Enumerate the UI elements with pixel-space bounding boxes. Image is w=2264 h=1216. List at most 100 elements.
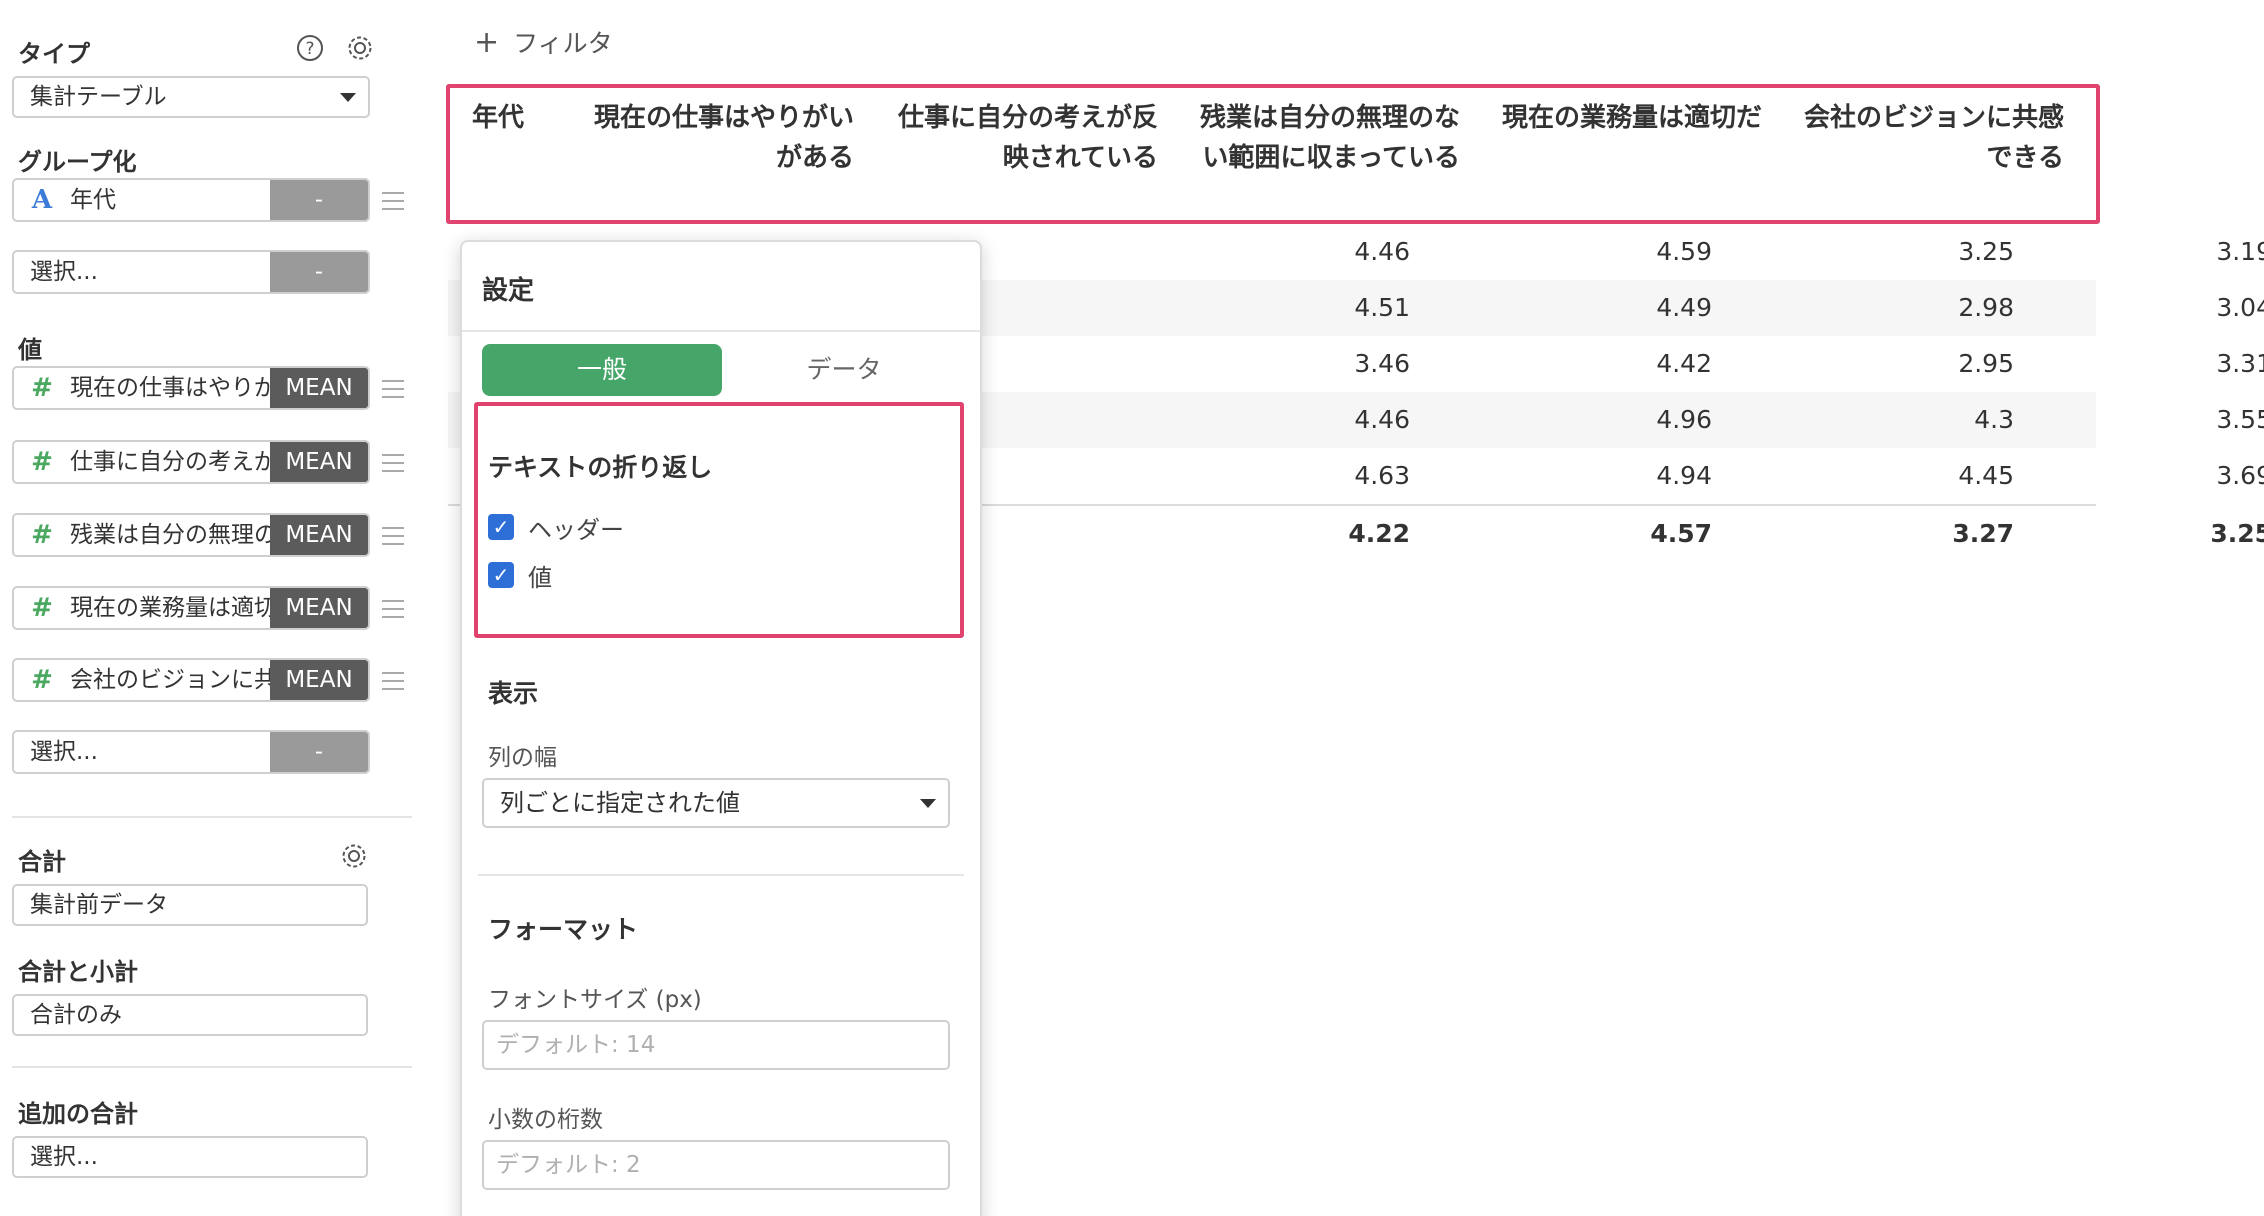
- font-size-label: フォントサイズ (px): [488, 987, 702, 1013]
- subtotal-select[interactable]: 合計のみ: [12, 994, 368, 1036]
- number-type-icon: #: [31, 593, 53, 623]
- value-item-label: 残業は自分の無理のない範囲に収まっている: [70, 522, 280, 548]
- help-icon[interactable]: ?: [294, 32, 326, 64]
- drag-handle-icon[interactable]: [382, 380, 404, 398]
- type-select-value: 集計テーブル: [30, 84, 167, 110]
- value-select-label: 選択...: [30, 739, 98, 765]
- table-cell: 4.46: [1354, 237, 1410, 266]
- extra-total-title: 追加の合計: [18, 1100, 138, 1128]
- drag-handle-icon[interactable]: [382, 600, 404, 618]
- col-width-select[interactable]: 列ごとに指定された値: [482, 778, 950, 828]
- value-item-label: 仕事に自分の考えが反映されている: [70, 449, 280, 475]
- table-cell: 3.69: [2216, 461, 2264, 490]
- aggregation-button[interactable]: MEAN: [270, 588, 368, 628]
- total-cell: 4.57: [1650, 519, 1712, 548]
- table-cell: 2.98: [1958, 293, 2014, 322]
- group-title: グループ化: [18, 148, 137, 176]
- table-cell: 4.45: [1958, 461, 2014, 490]
- divider: [12, 1066, 412, 1068]
- add-filter-button[interactable]: + フィルタ: [474, 24, 613, 60]
- plus-icon: +: [474, 25, 500, 60]
- number-type-icon: #: [31, 373, 53, 403]
- table-cell: 4.59: [1656, 237, 1712, 266]
- value-title: 値: [18, 336, 42, 364]
- table-cell: 4.94: [1656, 461, 1712, 490]
- table-cell: 4.3: [1974, 405, 2014, 434]
- number-type-icon: #: [31, 447, 53, 477]
- total-select[interactable]: 集計前データ: [12, 884, 368, 926]
- value-item[interactable]: # 会社のビジョンに共感できる MEAN: [12, 658, 370, 702]
- sidebar: タイプ ? 集計テーブル グループ化 A 年代 - 選択... - 値 # 現在…: [0, 0, 420, 1216]
- value-select-button[interactable]: -: [270, 732, 368, 772]
- table-cell: 4.42: [1656, 349, 1712, 378]
- drag-handle-icon[interactable]: [382, 454, 404, 472]
- gear-icon[interactable]: [338, 840, 370, 872]
- subtotal-title: 合計と小計: [18, 958, 138, 986]
- popover-title: 設定: [482, 276, 535, 306]
- group-select[interactable]: 選択... -: [12, 250, 370, 294]
- value-select[interactable]: 選択... -: [12, 730, 370, 774]
- aggregation-button[interactable]: MEAN: [270, 515, 368, 555]
- table-cell: 3.19: [2216, 237, 2264, 266]
- table-cell: 4.51: [1354, 293, 1410, 322]
- divider: [12, 816, 412, 818]
- chevron-down-icon: [920, 799, 936, 808]
- number-type-icon: #: [31, 665, 53, 695]
- table-cell: 3.04: [2216, 293, 2264, 322]
- table-cell: 4.63: [1354, 461, 1410, 490]
- number-type-icon: #: [31, 520, 53, 550]
- group-item-remove-button[interactable]: -: [270, 180, 368, 220]
- group-select-button[interactable]: -: [270, 252, 368, 292]
- table-cell: 2.95: [1958, 349, 2014, 378]
- table-cell: 3.25: [1958, 237, 2014, 266]
- table-cell: 4.96: [1656, 405, 1712, 434]
- header-highlight-box: [446, 84, 2100, 224]
- group-select-label: 選択...: [30, 259, 98, 285]
- drag-handle-icon[interactable]: [382, 672, 404, 690]
- drag-handle-icon[interactable]: [382, 192, 404, 210]
- total-cell: 3.27: [1952, 519, 2014, 548]
- table-cell: 3.46: [1354, 349, 1410, 378]
- popover-divider: [462, 330, 980, 332]
- decimals-label: 小数の桁数: [488, 1107, 603, 1133]
- aggregation-button[interactable]: MEAN: [270, 368, 368, 408]
- value-item[interactable]: # 現在の仕事はやりがいがある MEAN: [12, 366, 370, 410]
- tab-general[interactable]: 一般: [482, 344, 722, 396]
- text-type-icon: A: [31, 185, 53, 215]
- wrap-highlight-box: [474, 402, 964, 638]
- aggregation-button[interactable]: MEAN: [270, 660, 368, 700]
- table-cell: 3.55: [2216, 405, 2264, 434]
- total-title: 合計: [18, 848, 66, 876]
- drag-handle-icon[interactable]: [382, 527, 404, 545]
- font-size-input[interactable]: デフォルト: 14: [482, 1020, 950, 1070]
- chevron-down-icon: [340, 93, 356, 102]
- aggregation-button[interactable]: MEAN: [270, 442, 368, 482]
- col-width-value: 列ごとに指定された値: [500, 789, 740, 817]
- extra-total-select[interactable]: 選択...: [12, 1136, 368, 1178]
- value-item-label: 現在の業務量は適切だ: [70, 595, 280, 621]
- group-item-age[interactable]: A 年代 -: [12, 178, 370, 222]
- tab-data[interactable]: データ: [724, 344, 964, 396]
- settings-popover: 設定 一般 データ テキストの折り返し ✓ ヘッダー ✓ 値 表示 列の幅 列ご…: [460, 240, 982, 1216]
- value-item-label: 会社のビジョンに共感できる: [70, 667, 280, 693]
- table-cell: 4.49: [1656, 293, 1712, 322]
- table-cell: 4.46: [1354, 405, 1410, 434]
- popover-divider: [478, 874, 964, 876]
- value-item[interactable]: # 仕事に自分の考えが反映されている MEAN: [12, 440, 370, 484]
- format-title: フォーマット: [488, 915, 639, 944]
- table-cell: 3.31: [2216, 349, 2264, 378]
- total-cell: 3.25: [2210, 519, 2264, 548]
- type-select[interactable]: 集計テーブル: [12, 76, 370, 118]
- gear-icon[interactable]: [344, 32, 376, 64]
- svg-text:?: ?: [305, 39, 314, 59]
- group-item-label: 年代: [70, 187, 116, 213]
- type-title: タイプ: [18, 40, 90, 68]
- value-item-label: 現在の仕事はやりがいがある: [70, 375, 280, 401]
- value-item[interactable]: # 残業は自分の無理のない範囲に収まっている MEAN: [12, 513, 370, 557]
- filter-label: フィルタ: [513, 29, 613, 58]
- value-item[interactable]: # 現在の業務量は適切だ MEAN: [12, 586, 370, 630]
- total-cell: 4.22: [1348, 519, 1410, 548]
- col-width-label: 列の幅: [488, 745, 557, 771]
- display-title: 表示: [488, 679, 539, 708]
- decimals-input[interactable]: デフォルト: 2: [482, 1140, 950, 1190]
